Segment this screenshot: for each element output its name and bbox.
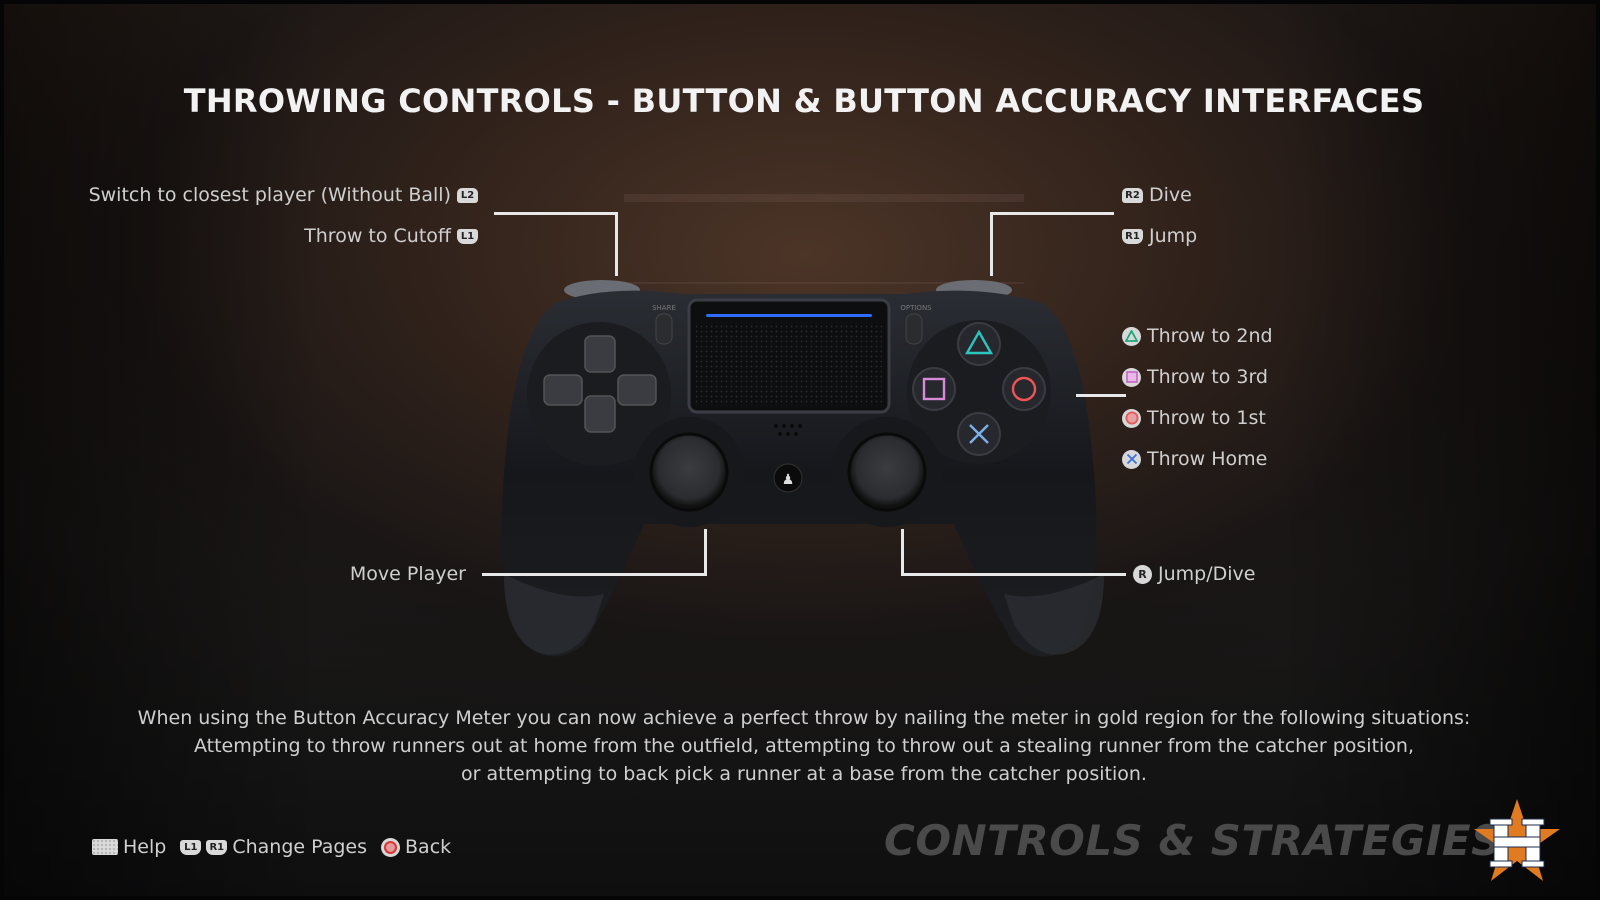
mapping-label: Jump/Dive [1158, 563, 1256, 585]
mapping-r2: R2 Dive [1122, 182, 1192, 208]
mapping-r1: R1 Jump [1122, 223, 1197, 249]
mapping-triangle: Throw to 2nd [1122, 323, 1273, 349]
r1-icon: R1 [206, 839, 228, 855]
right-stick-icon: R [1133, 564, 1152, 584]
l2-icon: L2 [457, 187, 478, 203]
description: When using the Button Accuracy Meter you… [4, 704, 1600, 788]
connector-l1 [494, 212, 618, 215]
connector-rs-h [901, 573, 1126, 576]
section-title: CONTROLS & STRATEGIES [884, 816, 1502, 865]
cross-icon [1122, 449, 1141, 469]
r2-icon: R2 [1122, 187, 1143, 203]
triangle-icon [1122, 326, 1141, 346]
mapping-left-stick: Move Player [350, 561, 466, 587]
mapping-label: Switch to closest player (Without Ball) [88, 184, 451, 206]
mapping-circle: Throw to 1st [1122, 405, 1266, 431]
connector-rs-v [901, 529, 904, 576]
background-stadium [624, 194, 1024, 284]
l1-icon: L1 [180, 839, 202, 855]
mapping-right-stick: R Jump/Dive [1133, 561, 1255, 587]
mapping-label: Move Player [349, 563, 466, 585]
connector-ls-h [482, 573, 707, 576]
mapping-label: Throw to Cutoff [304, 225, 451, 247]
svg-text:♟: ♟ [782, 472, 795, 488]
connector-ls-v [704, 529, 707, 576]
touchpad-icon [92, 839, 118, 855]
r1-icon: R1 [1122, 228, 1143, 244]
mapping-label: Dive [1149, 184, 1192, 206]
lightbar [706, 314, 872, 317]
description-line: When using the Button Accuracy Meter you… [137, 707, 1471, 729]
circle-back-icon [381, 837, 401, 857]
connector-l1-v [615, 212, 618, 276]
mapping-l2: Switch to closest player (Without Ball) … [89, 182, 478, 208]
connector-r1-v [990, 212, 993, 276]
change-pages-label: Change Pages [232, 836, 368, 858]
share-button [655, 313, 673, 345]
help-label: Help [123, 836, 167, 858]
description-line: or attempting to back pick a runner at a… [461, 763, 1147, 785]
square-icon [1122, 367, 1141, 387]
mapping-label: Throw Home [1147, 448, 1268, 470]
mapping-square: Throw to 3rd [1122, 364, 1268, 390]
team-logo-icon [1474, 799, 1560, 881]
options-button [905, 313, 923, 345]
back-prompt[interactable]: Back [381, 836, 451, 858]
mapping-label: Throw to 2nd [1147, 325, 1273, 347]
description-line: Attempting to throw runners out at home … [193, 735, 1415, 757]
change-pages-prompt[interactable]: L1 R1 Change Pages [180, 836, 367, 858]
right-stick [847, 432, 927, 512]
mapping-label: Throw to 1st [1147, 407, 1266, 429]
help-prompt[interactable]: Help [92, 836, 166, 858]
mapping-cross: Throw Home [1122, 446, 1267, 472]
share-label: SHARE [652, 304, 676, 312]
left-stick [649, 432, 729, 512]
controller-illustration: SHARE OPTIONS ♟ [501, 280, 1104, 657]
connector-face [1076, 394, 1126, 397]
footer-prompts: Help L1 R1 Change Pages Back [92, 836, 459, 858]
options-label: OPTIONS [900, 304, 932, 312]
circle-icon [1122, 408, 1141, 428]
mapping-label: Throw to 3rd [1147, 366, 1268, 388]
screen: THROWING CONTROLS - BUTTON & BUTTON ACCU… [0, 0, 1600, 900]
l1-icon: L1 [457, 228, 478, 244]
mapping-label: Jump [1149, 225, 1198, 247]
connector-r1 [990, 212, 1114, 215]
mapping-l1: Throw to Cutoff L1 [304, 223, 478, 249]
back-label: Back [405, 836, 452, 858]
page-title: THROWING CONTROLS - BUTTON & BUTTON ACCU… [183, 82, 1425, 120]
